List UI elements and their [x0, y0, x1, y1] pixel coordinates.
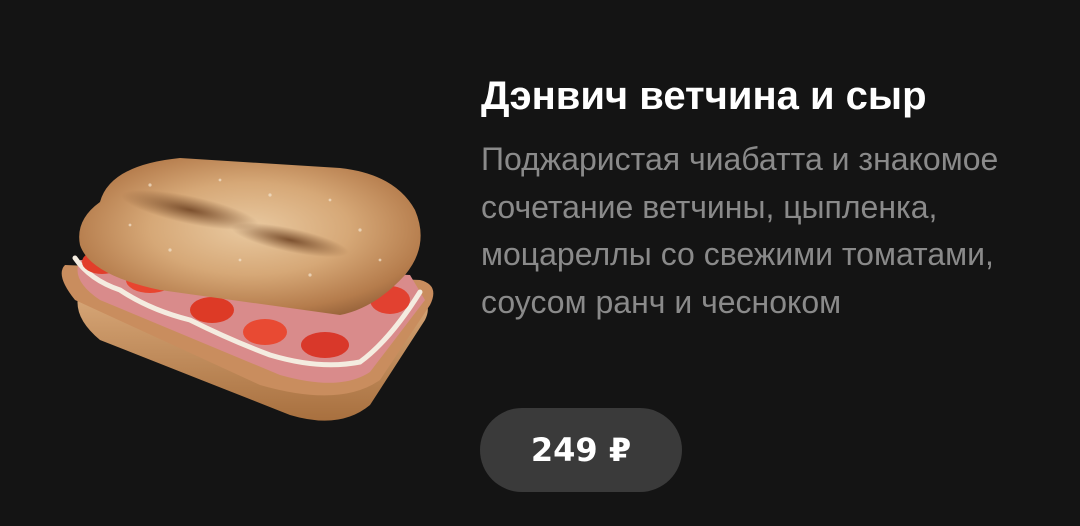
product-card: Дэнвич ветчина и сыр Поджаристая чиабатт…	[0, 0, 1080, 526]
product-title: Дэнвич ветчина и сыр	[481, 74, 927, 118]
sandwich-image	[61, 158, 434, 421]
product-description: Поджаристая чиабатта и знакомое сочетани…	[481, 141, 999, 320]
price-button[interactable]: 249 ₽	[480, 408, 682, 492]
